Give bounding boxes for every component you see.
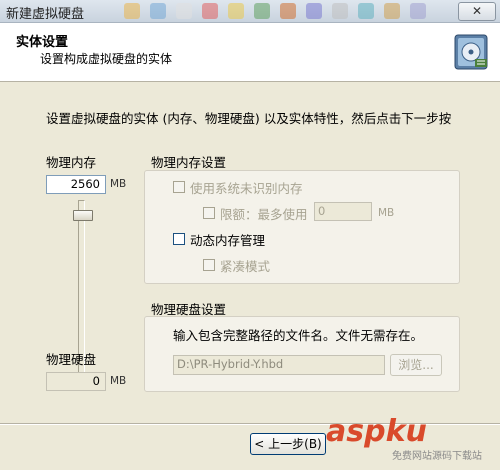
use-unrecognized-checkbox[interactable]	[173, 181, 185, 193]
limit-checkbox[interactable]	[203, 207, 215, 219]
wizard-header: 实体设置 设置构成虚拟硬盘的实体	[0, 23, 500, 82]
taskbar-app-icon	[254, 3, 270, 19]
intro-text: 设置虚拟硬盘的实体 (内存、物理硬盘) 以及实体特性，然后点击下一步按	[46, 111, 452, 126]
browse-button[interactable]: 浏览...	[390, 354, 442, 376]
disk-label: 物理硬盘	[46, 352, 97, 367]
ram-disk-slider[interactable]	[73, 210, 93, 222]
taskbar-app-icon	[124, 3, 140, 19]
taskbar-app-icon	[280, 3, 296, 19]
site-watermark-tagline: 免费网站源码下载站	[392, 451, 482, 462]
close-button[interactable]: ✕	[458, 2, 496, 21]
dynamic-memory-checkbox[interactable]	[173, 233, 185, 245]
compact-mode-checkbox[interactable]	[203, 259, 215, 271]
taskbar-app-icon	[228, 3, 244, 19]
limit-input[interactable]: 0	[314, 202, 372, 221]
site-watermark-logo: aspku	[326, 414, 427, 449]
window-title: 新建虚拟硬盘	[6, 7, 85, 22]
ram-label: 物理内存	[46, 155, 97, 170]
taskbar-app-icon	[306, 3, 322, 19]
compact-mode-label: 紧凑模式	[220, 259, 271, 274]
limit-label: 限额：最多使用	[220, 207, 308, 222]
title-bar: 新建虚拟硬盘 ✕	[0, 0, 500, 23]
taskbar-app-icon	[384, 3, 400, 19]
taskbar-app-icon	[358, 3, 374, 19]
disk-file-note: 输入包含完整路径的文件名。文件无需存在。	[173, 328, 424, 343]
taskbar-app-icon	[150, 3, 166, 19]
dynamic-memory-label: 动态内存管理	[190, 233, 266, 248]
disk-group-title: 物理硬盘设置	[151, 302, 227, 317]
disk-path-input[interactable]: D:\PR-Hybrid-Y.hbd	[173, 355, 385, 375]
taskbar-app-icon	[176, 3, 192, 19]
ram-unit: MB	[110, 178, 127, 190]
taskbar-app-icon	[202, 3, 218, 19]
disk-size-input[interactable]: 0	[46, 372, 106, 391]
back-button[interactable]: < 上一步(B)	[250, 433, 326, 455]
hard-disk-wizard-icon	[454, 34, 488, 70]
page-subtitle: 设置构成虚拟硬盘的实体	[40, 52, 173, 66]
memory-group-title: 物理内存设置	[151, 155, 227, 170]
page-title: 实体设置	[16, 35, 69, 50]
disk-unit: MB	[110, 375, 127, 387]
ram-size-input[interactable]: 2560	[46, 175, 106, 194]
taskbar-app-icon	[410, 3, 426, 19]
taskbar-app-icon	[332, 3, 348, 19]
use-unrecognized-label: 使用系统未识别内存	[190, 181, 303, 196]
limit-unit: MB	[378, 207, 395, 219]
